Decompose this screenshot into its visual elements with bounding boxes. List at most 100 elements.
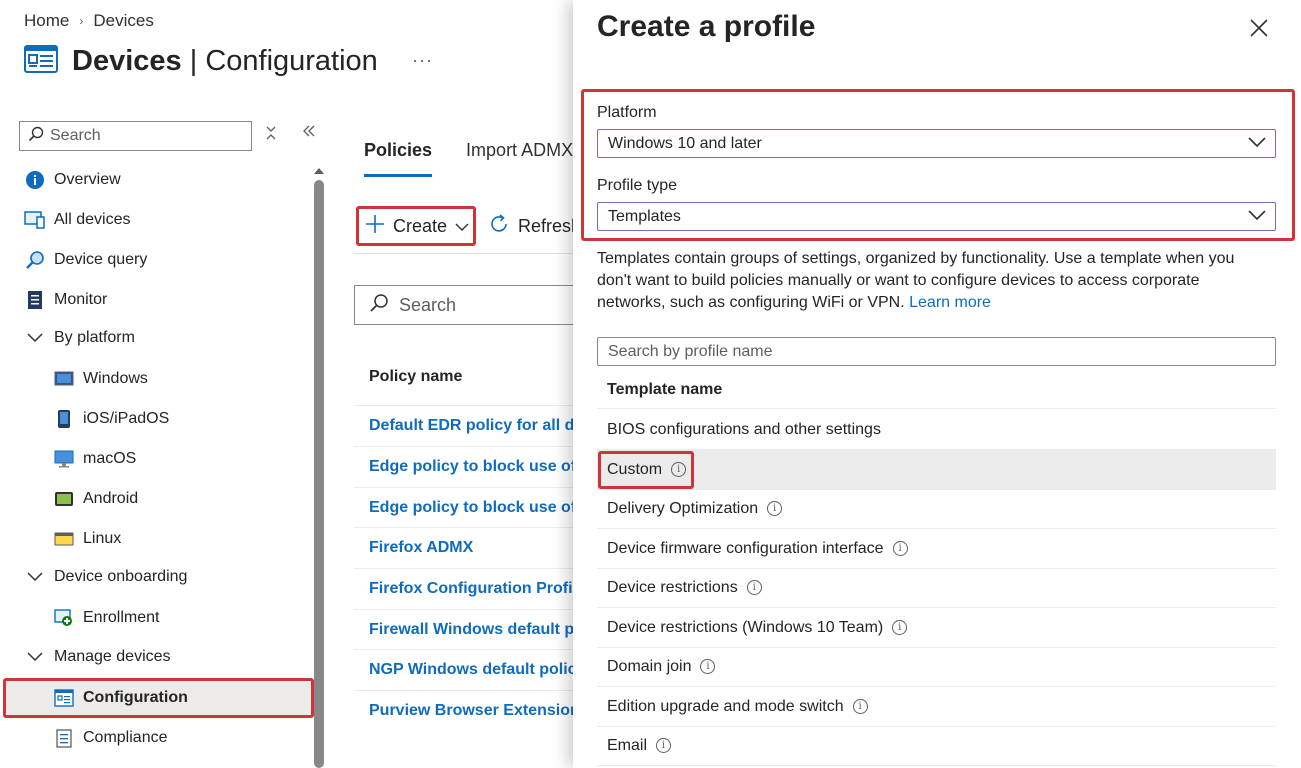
nav-label: macOS	[83, 450, 137, 467]
search-icon	[369, 293, 389, 318]
create-profile-panel: Create a profile Platform Windows 10 and…	[573, 0, 1301, 768]
close-icon	[1250, 13, 1268, 44]
devices-icon	[24, 209, 46, 231]
tab-bar: Policies Import ADMX	[364, 140, 573, 177]
chevron-down-icon	[1248, 208, 1266, 227]
policy-row[interactable]: Purview Browser Extension	[354, 690, 574, 730]
profile-type-label: Profile type	[597, 177, 678, 194]
enrollment-icon	[53, 607, 75, 629]
template-row-edition-upgrade[interactable]: Edition upgrade and mode switch i	[597, 687, 1276, 727]
info-icon[interactable]: i	[892, 541, 908, 556]
info-icon[interactable]: i	[767, 501, 783, 516]
compliance-icon	[53, 727, 75, 749]
nav-item-ios[interactable]: iOS/iPadOS	[53, 399, 169, 439]
policy-search-input[interactable]: Search	[354, 285, 574, 325]
template-row-custom[interactable]: Custom i	[597, 450, 1276, 490]
template-name-column-header[interactable]: Template name	[597, 371, 1276, 409]
tab-import-admx[interactable]: Import ADMX	[466, 140, 573, 177]
template-row-bios[interactable]: BIOS configurations and other settings	[597, 410, 1276, 450]
info-icon[interactable]: i	[746, 580, 762, 595]
chevron-down-icon	[24, 566, 46, 588]
nav-label: Device onboarding	[54, 568, 188, 585]
create-button[interactable]: Create	[356, 206, 476, 246]
refresh-button[interactable]: Refresh	[488, 213, 581, 240]
platform-value: Windows 10 and later	[608, 134, 762, 152]
linux-icon	[53, 528, 75, 550]
profile-search-input[interactable]: Search by profile name	[597, 337, 1276, 366]
nav-item-linux[interactable]: Linux	[53, 519, 121, 559]
nav-label: By platform	[54, 329, 135, 346]
policy-row[interactable]: NGP Windows default policy	[354, 649, 574, 689]
nav-label: Manage devices	[54, 648, 171, 665]
nav-item-windows[interactable]: Windows	[53, 359, 148, 399]
search-icon	[28, 126, 44, 147]
policy-row[interactable]: Firefox Configuration Profile	[354, 568, 574, 608]
platform-label: Platform	[597, 104, 657, 121]
policy-row[interactable]: Firefox ADMX	[354, 527, 574, 567]
info-icon[interactable]: i	[852, 699, 868, 714]
more-options-button[interactable]: ···	[412, 50, 433, 71]
profile-type-dropdown[interactable]: Templates	[597, 202, 1276, 231]
template-name: Edition upgrade and mode switch	[607, 697, 844, 715]
nav-label: Windows	[83, 370, 148, 387]
learn-more-link[interactable]: Learn more	[909, 294, 991, 311]
close-button[interactable]	[1245, 14, 1273, 42]
template-row-delivery-optimization[interactable]: Delivery Optimization i	[597, 489, 1276, 529]
nav-item-configuration[interactable]: Configuration	[3, 678, 314, 718]
left-nav-scrollbar[interactable]	[314, 168, 324, 768]
scroll-up-icon[interactable]	[314, 168, 324, 174]
nav-label: All devices	[54, 211, 131, 228]
policy-row[interactable]: Edge policy to block use of	[354, 446, 574, 486]
policy-row[interactable]: Edge policy to block use of	[354, 487, 574, 527]
chevron-down-icon	[455, 216, 469, 237]
nav-item-all-devices[interactable]: All devices	[24, 200, 130, 240]
nav-item-monitor[interactable]: Monitor	[24, 280, 107, 320]
phone-icon	[53, 408, 75, 430]
chevron-right-icon: ›	[79, 14, 84, 28]
nav-item-enrollment[interactable]: Enrollment	[53, 598, 159, 638]
nav-group-device-onboarding[interactable]: Device onboarding	[24, 557, 187, 597]
template-name: Email	[607, 736, 648, 754]
page-title-bold: Devices	[72, 45, 182, 77]
platform-dropdown[interactable]: Windows 10 and later	[597, 129, 1276, 158]
policy-row[interactable]: Firewall Windows default policy	[354, 609, 574, 649]
page-title: Devices | Configuration ···	[24, 44, 432, 79]
create-label: Create	[393, 215, 448, 236]
toolbar-divider	[354, 253, 574, 254]
plus-icon	[365, 214, 385, 239]
template-row-device-restrictions[interactable]: Device restrictions i	[597, 568, 1276, 608]
chevron-down-icon	[1248, 135, 1266, 154]
policy-row[interactable]: Default EDR policy for all devices	[354, 405, 574, 445]
mac-icon	[53, 448, 75, 470]
breadcrumb: Home › Devices	[24, 11, 154, 31]
collapse-x-icon[interactable]	[265, 125, 277, 146]
template-row-domain-join[interactable]: Domain join i	[597, 647, 1276, 687]
breadcrumb-home[interactable]: Home	[24, 11, 69, 31]
template-row-device-restrictions-team[interactable]: Device restrictions (Windows 10 Team) i	[597, 608, 1276, 648]
policy-name-column-header[interactable]: Policy name	[369, 368, 462, 386]
template-row-email[interactable]: Email i	[597, 726, 1276, 766]
nav-label: Configuration	[83, 689, 188, 706]
breadcrumb-devices[interactable]: Devices	[93, 11, 153, 31]
info-icon[interactable]: i	[656, 738, 672, 753]
nav-item-overview[interactable]: Overview	[24, 160, 121, 200]
template-row-device-firmware[interactable]: Device firmware configuration interface …	[597, 529, 1276, 569]
collapse-menu-icon[interactable]	[302, 124, 316, 143]
profile-search-placeholder: Search by profile name	[608, 342, 773, 360]
info-icon[interactable]: i	[892, 620, 908, 635]
nav-item-device-query[interactable]: Device query	[24, 240, 147, 280]
nav-group-manage-devices[interactable]: Manage devices	[24, 637, 171, 677]
refresh-label: Refresh	[518, 216, 582, 236]
scrollbar-thumb[interactable]	[314, 180, 324, 768]
nav-group-by-platform[interactable]: By platform	[24, 318, 135, 358]
info-icon	[24, 169, 46, 191]
profile-type-value: Templates	[608, 207, 681, 225]
nav-item-android[interactable]: Android	[53, 479, 138, 519]
info-icon[interactable]: i	[700, 659, 716, 674]
nav-item-compliance[interactable]: Compliance	[53, 718, 167, 758]
left-search-input[interactable]: Search	[19, 121, 252, 151]
nav-item-macos[interactable]: macOS	[53, 439, 136, 479]
tab-policies[interactable]: Policies	[364, 140, 433, 177]
nav-label: Android	[83, 490, 139, 507]
nav-label: Compliance	[83, 729, 168, 746]
